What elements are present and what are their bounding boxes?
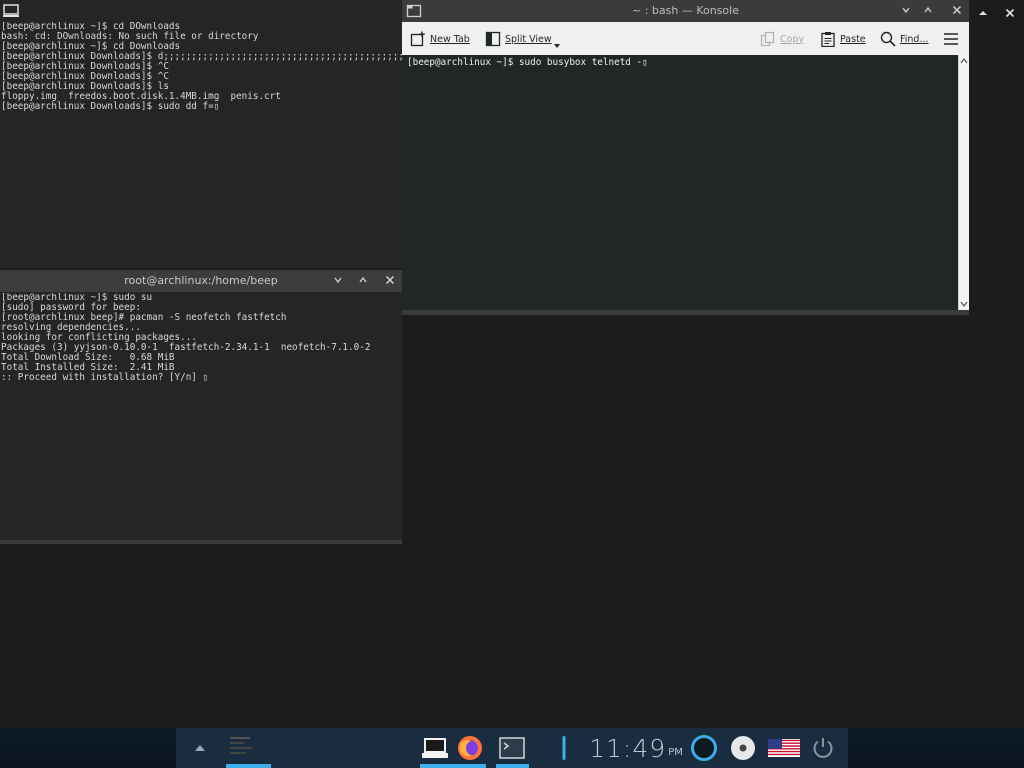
close-icon [1005, 8, 1015, 18]
volume-widget[interactable] [556, 728, 572, 768]
copy-icon [760, 31, 775, 47]
copy-label: Copy [780, 33, 805, 45]
active-task-indicator [496, 764, 529, 768]
desktop-close-button[interactable] [1002, 3, 1018, 19]
find-label: Find... [900, 33, 929, 45]
status-ring-icon [691, 735, 717, 761]
scrollbar[interactable] [958, 55, 969, 310]
digital-clock[interactable]: 11:49 PM [588, 728, 684, 768]
terminal-window-root[interactable]: root@archlinux:/home/beep [beep@archlinu… [0, 270, 402, 544]
split-view-icon [485, 31, 501, 47]
new-tab-label: New Tab [430, 33, 470, 45]
chevron-down-icon [902, 7, 910, 14]
split-view-label: Split View [505, 33, 552, 45]
us-flag-icon [768, 739, 800, 757]
keyboard-layout-button[interactable] [766, 728, 802, 768]
paste-label: Paste [840, 33, 866, 45]
close-icon [952, 5, 962, 15]
taskbar: 11:49 PM [0, 728, 1024, 768]
terminal-app-icon[interactable] [3, 3, 19, 17]
chevron-up-icon [979, 11, 987, 15]
terminal-line: [beep@archlinux Downloads]$ sudo dd f=▯ [1, 101, 220, 112]
power-icon [813, 738, 833, 758]
konsole-toolbar: New Tab Split View Copy Paste Find... [402, 22, 969, 55]
chevron-up-icon [359, 276, 367, 283]
desktop-minimize-button[interactable] [975, 3, 991, 19]
disc-icon [731, 736, 755, 760]
close-icon [385, 275, 395, 285]
paste-icon [821, 32, 835, 47]
computer-icon [422, 738, 448, 758]
window-titlebar[interactable]: root@archlinux:/home/beep [0, 270, 402, 292]
taskbar-left-background [0, 728, 176, 768]
show-hidden-button[interactable] [186, 728, 214, 768]
hamburger-menu-button[interactable] [943, 30, 959, 48]
window-thumbnail-icon [230, 737, 252, 754]
power-button[interactable] [808, 728, 838, 768]
hamburger-menu-icon [944, 33, 958, 45]
close-button[interactable] [949, 3, 965, 19]
find-button[interactable]: Find... [880, 30, 929, 48]
chevron-up-icon [195, 745, 205, 751]
new-tab-icon [410, 31, 425, 47]
maximize-button[interactable] [355, 273, 371, 289]
copy-button[interactable]: Copy [760, 30, 804, 48]
minimize-button[interactable] [898, 3, 914, 19]
split-view-button[interactable]: Split View [485, 30, 560, 48]
paste-button[interactable]: Paste [820, 30, 866, 48]
chevron-down-icon [553, 44, 560, 48]
chevron-down-icon [334, 277, 342, 284]
terminal-output[interactable]: [beep@archlinux ~]$ cd DOwnloads bash: c… [0, 22, 402, 268]
terminal-line: :: Proceed with installation? [Y/n] ▯ [1, 372, 209, 383]
status-indicator-button[interactable] [689, 728, 719, 768]
chevron-up-icon [924, 6, 932, 13]
konsole-task-button[interactable] [496, 728, 528, 768]
scroll-down-icon [960, 301, 968, 307]
clock-ampm: PM [668, 746, 683, 758]
firefox-launcher[interactable] [455, 728, 485, 768]
clock-time: 11:49 [589, 733, 667, 763]
window-titlebar[interactable]: ~ : bash — Konsole [402, 0, 969, 22]
volume-level-icon [562, 736, 566, 760]
terminal-window-downloads[interactable]: [beep@archlinux ~]$ cd DOwnloads bash: c… [0, 0, 402, 268]
new-tab-button[interactable]: New Tab [410, 30, 470, 48]
taskbar-terminal-launcher[interactable] [420, 728, 450, 768]
close-button[interactable] [382, 273, 398, 289]
konsole-window[interactable]: ~ : bash — Konsole New Tab Split View Co… [402, 0, 969, 315]
window-title: ~ : bash — Konsole [632, 4, 739, 17]
console-icon [499, 737, 525, 759]
search-icon [880, 31, 896, 47]
terminal-output[interactable]: [beep@archlinux ~]$ sudo busybox telnetd… [402, 55, 959, 310]
taskbar-right-background [848, 728, 1024, 768]
terminal-output[interactable]: [beep@archlinux ~]$ sudo su [sudo] passw… [0, 293, 402, 533]
active-task-indicator [226, 764, 271, 768]
disc-tray-button[interactable] [728, 728, 758, 768]
scroll-up-icon [960, 58, 968, 64]
firefox-icon [458, 736, 482, 760]
minimize-button[interactable] [330, 273, 346, 289]
maximize-button[interactable] [920, 3, 936, 19]
window-bottom-edge [402, 310, 969, 315]
terminal-line: [beep@archlinux ~]$ sudo busybox telnetd… [407, 57, 648, 68]
window-task-button[interactable] [224, 728, 272, 768]
